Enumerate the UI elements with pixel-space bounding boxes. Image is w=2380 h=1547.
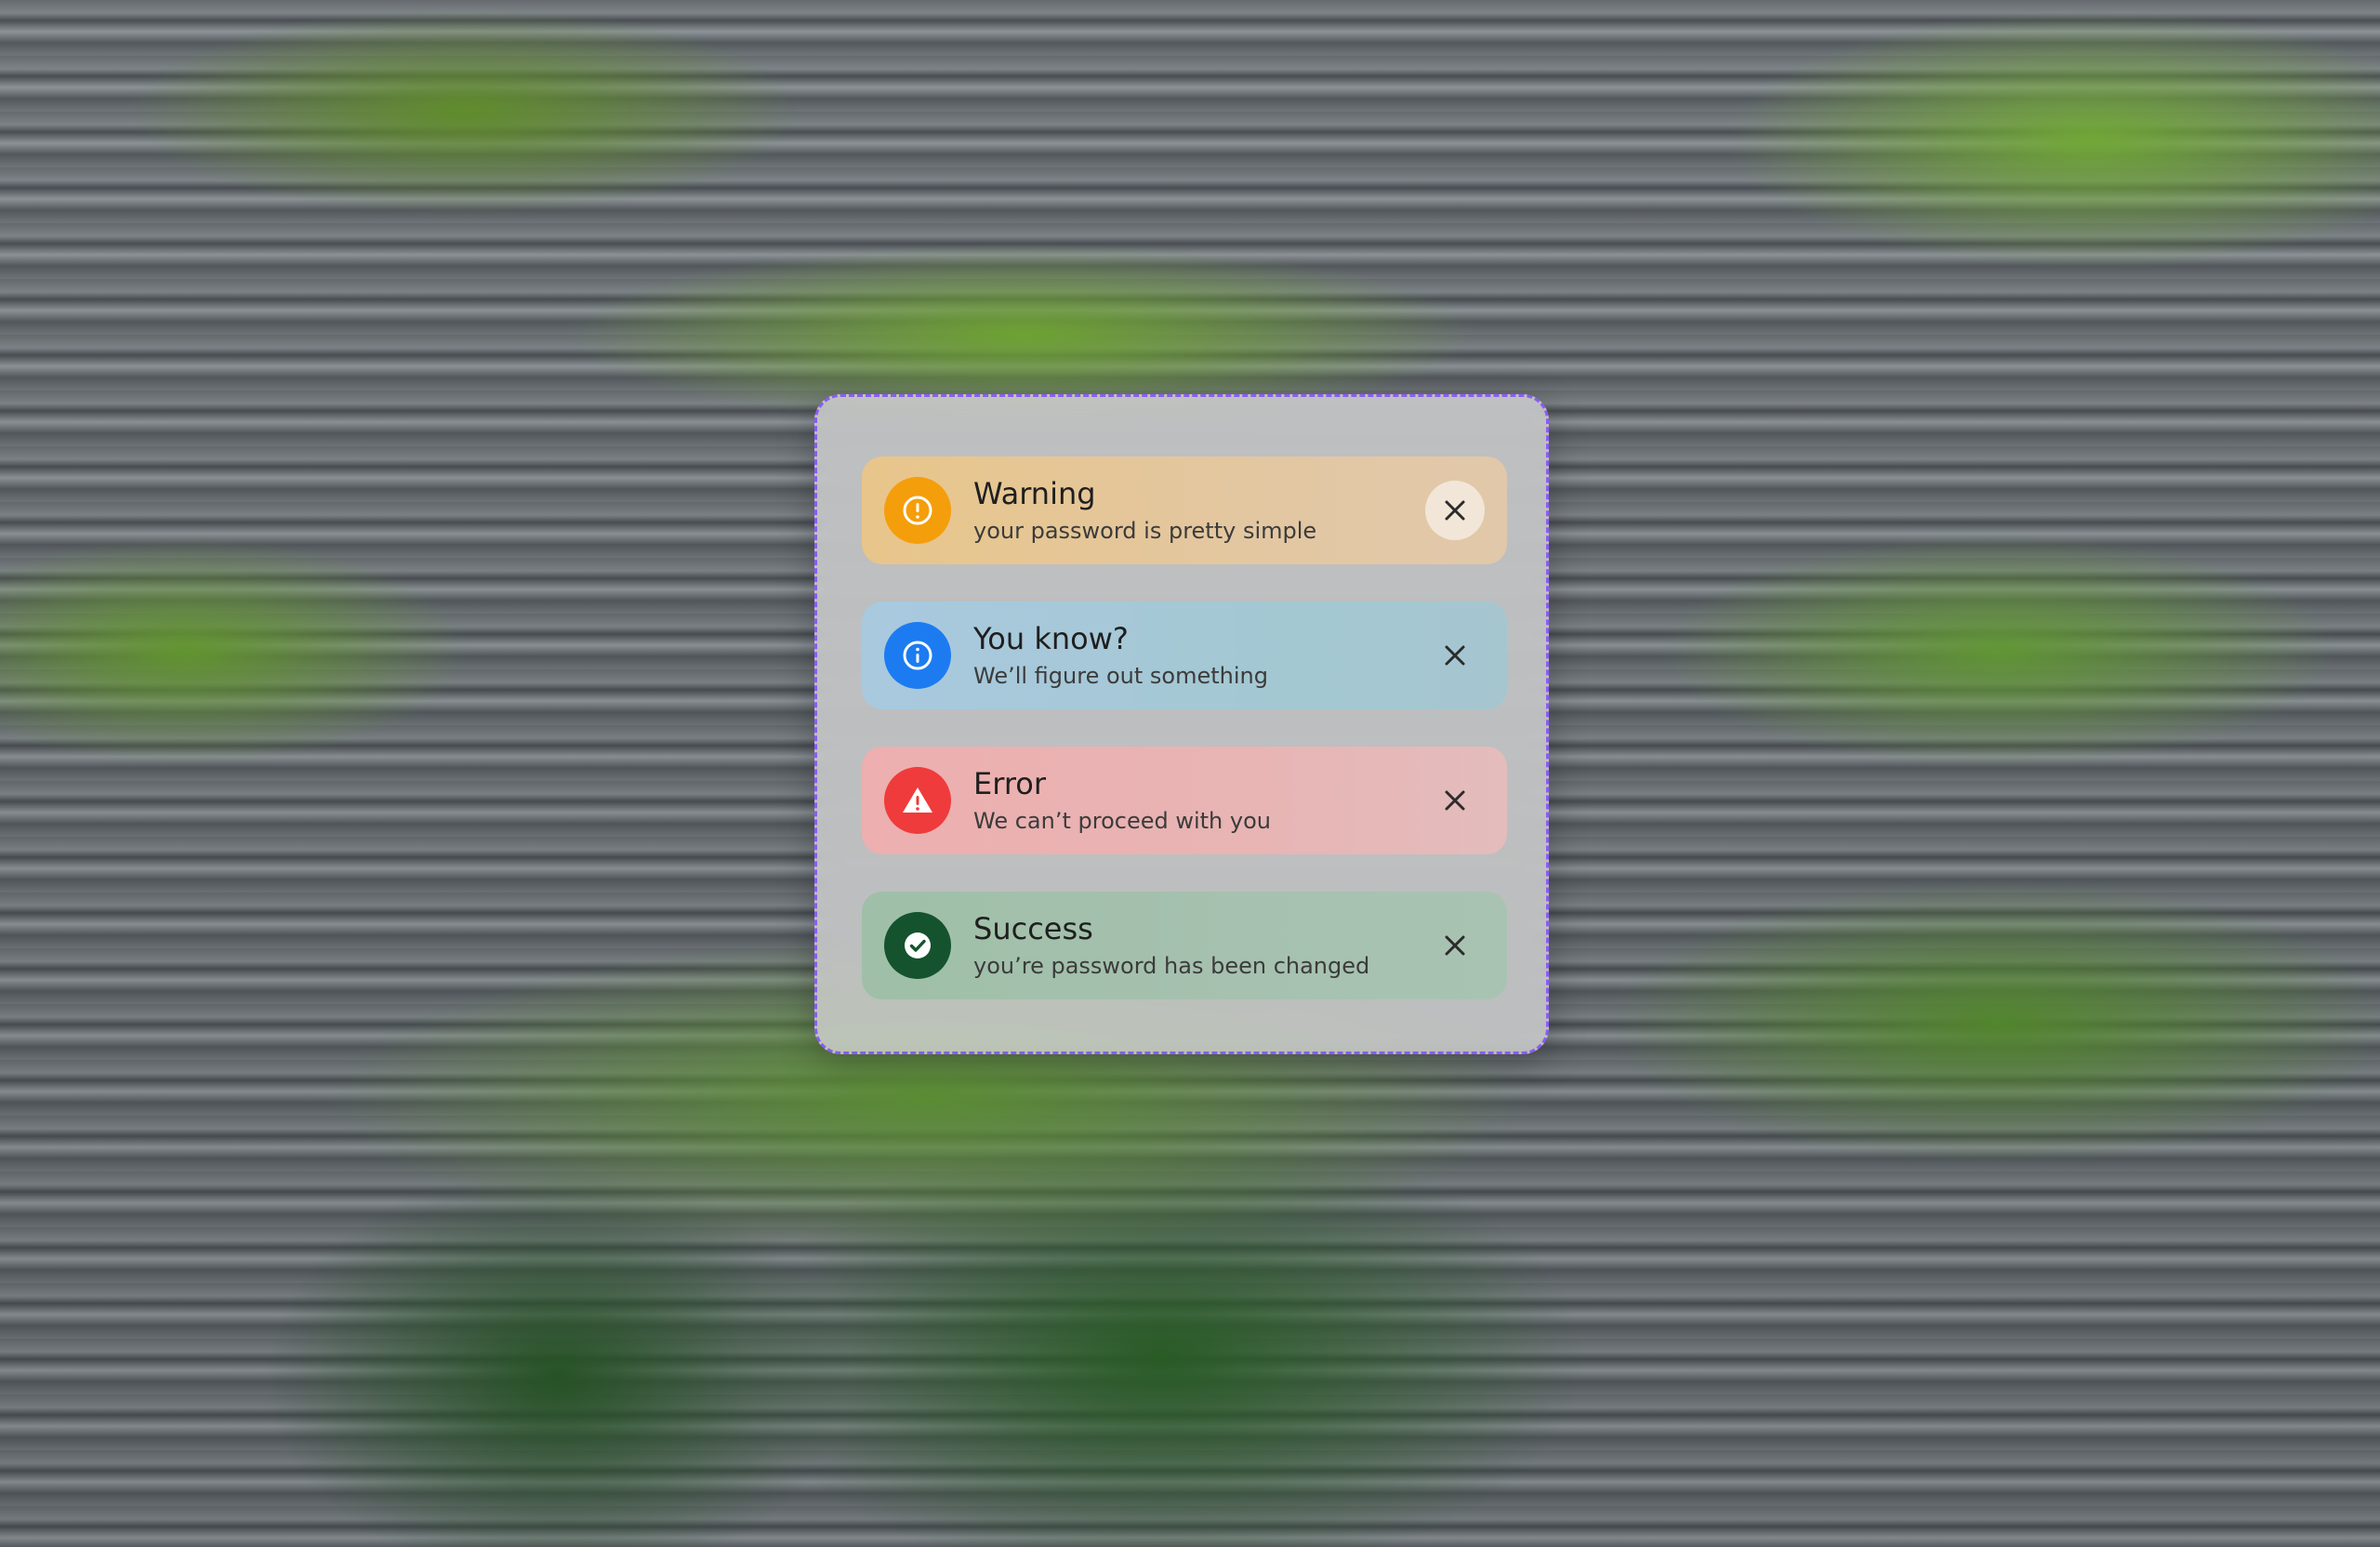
toast-title: Warning — [973, 476, 1096, 511]
toast-error: Error We can’t proceed with you — [862, 747, 1507, 854]
toast-text: Success you’re password has been changed — [973, 910, 1425, 981]
close-icon — [1445, 645, 1465, 666]
toast-text: Warning your password is pretty simple — [973, 475, 1425, 546]
toast-title: You know? — [973, 621, 1129, 656]
toast-text: Error We can’t proceed with you — [973, 765, 1425, 836]
close-icon — [1445, 790, 1465, 811]
toast-message: you’re password has been changed — [973, 953, 1370, 979]
check-circle-icon — [884, 912, 951, 979]
toast-message: We can’t proceed with you — [973, 808, 1271, 834]
toast-title: Error — [973, 766, 1046, 801]
toast-info: You know? We’ll figure out something — [862, 602, 1507, 709]
info-circle-icon — [884, 622, 951, 689]
toast-title: Success — [973, 911, 1093, 946]
toast-message: We’ll figure out something — [973, 663, 1268, 689]
close-button[interactable] — [1425, 916, 1485, 975]
toast-message: your password is pretty simple — [973, 518, 1317, 544]
warning-triangle-icon — [884, 767, 951, 834]
background-photo: Warning your password is pretty simple Y… — [0, 0, 2380, 1547]
toast-text: You know? We’ll figure out something — [973, 620, 1425, 691]
close-button[interactable] — [1425, 771, 1485, 830]
close-button[interactable] — [1425, 626, 1485, 685]
close-icon — [1445, 935, 1465, 956]
close-button[interactable] — [1425, 481, 1485, 540]
toast-success: Success you’re password has been changed — [862, 892, 1507, 999]
exclamation-circle-icon — [884, 477, 951, 544]
close-icon — [1445, 500, 1465, 521]
notification-panel: Warning your password is pretty simple Y… — [814, 394, 1549, 1054]
toast-warning: Warning your password is pretty simple — [862, 456, 1507, 564]
